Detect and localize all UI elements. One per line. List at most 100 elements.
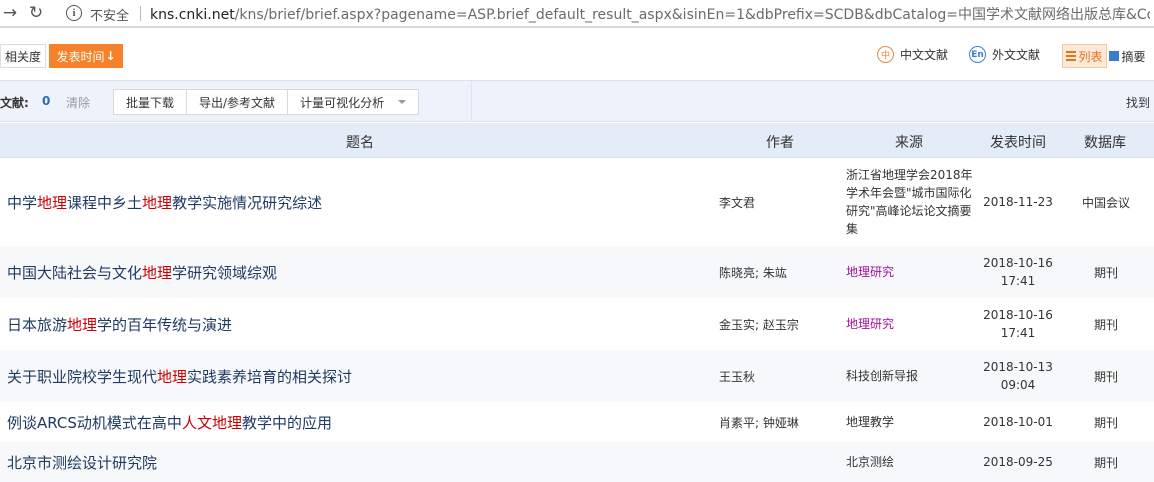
result-database: 期刊 [1093, 318, 1118, 332]
result-date: 2018-11-23 [978, 193, 1058, 211]
title-highlight: 地理 [37, 194, 68, 212]
title-text: 实践素养培育的相关探讨 [187, 368, 353, 386]
title-text: 中国大陆社会与文化 [7, 264, 143, 282]
sort-relevance-button[interactable]: 相关度 [0, 44, 46, 68]
sort-pubdate-label: 发表时间 [56, 49, 105, 64]
sort-down-arrow-icon: ↓ [105, 49, 116, 63]
header-title[interactable]: 题名 [346, 132, 374, 152]
address-bar: → ↻ i 不安全 kns.cnki.net/kns/brief/brief.a… [0, 0, 1154, 28]
result-database: 期刊 [1093, 456, 1118, 470]
abstract-icon [1109, 51, 1120, 61]
result-title-link[interactable]: 日本旅游地理学的百年传统与演进 [7, 314, 232, 335]
title-text: 北京市测绘设计研究院 [7, 454, 158, 472]
sort-bar: 相关度 发表时间 ↓ 中 中文文献 En 外文文献 列表 摘要 [0, 36, 1154, 76]
title-text: 关于职业院校学生现代 [7, 368, 158, 386]
result-source-link[interactable]: 科技创新导报 [846, 367, 918, 385]
title-text: 学的百年传统与演进 [97, 316, 233, 334]
header-source[interactable]: 来源 [895, 132, 923, 152]
title-highlight: 地理 [157, 368, 188, 386]
result-author[interactable]: 王玉秋 [719, 368, 755, 385]
date-line: 2018-09-25 [983, 455, 1053, 469]
table-row: 北京市测绘设计研究院 北京测绘 2018-09-25 期刊 [0, 442, 1154, 482]
title-text: 例谈ARCS动机模式在高中 [7, 414, 182, 432]
view-list-button[interactable]: 列表 [1062, 44, 1107, 68]
found-count-label: 找到 [1125, 96, 1150, 110]
result-date: 2018-10-16 17:41 [978, 306, 1058, 342]
batch-download-button[interactable]: 批量下载 [114, 90, 188, 114]
foreign-docs-button[interactable]: En 外文文献 [969, 46, 1040, 63]
date-line: 2018-10-13 [983, 360, 1053, 374]
title-text: 日本旅游 [7, 316, 68, 334]
result-title-link[interactable]: 中国大陆社会与文化地理学研究领域综观 [7, 262, 277, 283]
selection-bar: 文献: 0 清除 批量下载 导出/参考文献 计量可视化分析 找到 [0, 80, 1154, 122]
header-date[interactable]: 发表时间 [990, 132, 1046, 152]
date-line: 2018-10-16 [983, 308, 1053, 322]
table-row: 关于职业院校学生现代地理实践素养培育的相关探讨 王玉秋 科技创新导报 2018-10-… [0, 350, 1154, 402]
table-row: 中国大陆社会与文化地理学研究领域综观 陈晓亮; 朱竑 地理研究 2018-10-16 1… [0, 246, 1154, 298]
result-date: 2018-10-13 09:04 [978, 358, 1058, 394]
source-line: 科技创新导报 [846, 369, 919, 383]
result-date: 2018-10-16 17:41 [978, 254, 1058, 290]
result-author[interactable]: 肖素平; 钟娅琳 [719, 414, 799, 431]
view-list-label: 列表 [1078, 49, 1103, 64]
address-separator [140, 6, 141, 21]
results-table-header: 题名 作者 来源 发表时间 数据库 [0, 123, 1154, 158]
result-date: 2018-10-01 [978, 413, 1058, 431]
sort-pubdate-button[interactable]: 发表时间 ↓ [49, 44, 123, 68]
result-source-link[interactable]: 浙江省地理学会2018年 学术年会暨"城市国际化 研究"高峰论坛论文摘要集 [846, 166, 973, 238]
date-line: 09:04 [1000, 378, 1036, 392]
url-path: /kns/brief/brief.aspx?pagename=ASP.brief… [234, 7, 1150, 23]
result-database: 期刊 [1093, 370, 1118, 384]
result-author[interactable]: 李文君 [719, 194, 755, 211]
export-references-button[interactable]: 导出/参考文献 [187, 90, 289, 114]
source-line: 北京测绘 [846, 455, 895, 469]
result-source-link[interactable]: 北京测绘 [846, 453, 894, 471]
result-source-link[interactable]: 地理研究 [846, 263, 894, 281]
title-text: 中学 [7, 194, 38, 212]
chinese-docs-icon: 中 [877, 46, 894, 63]
reload-icon[interactable]: ↻ [26, 3, 46, 23]
visual-analysis-button[interactable]: 计量可视化分析 [288, 90, 418, 114]
source-line: 集 [846, 222, 859, 236]
batch-actions: 批量下载 导出/参考文献 计量可视化分析 [113, 89, 420, 115]
source-line: 地理研究 [846, 265, 895, 279]
url-host: kns.cnki.net [150, 7, 235, 23]
source-line: 地理研究 [846, 317, 895, 331]
date-line: 17:41 [1000, 274, 1036, 288]
list-icon [1066, 51, 1077, 61]
title-highlight: 人文地理 [181, 414, 242, 432]
chinese-docs-label: 中文文献 [900, 48, 949, 62]
selected-docs-label: 文献: [0, 96, 29, 110]
table-row: 中学地理课程中乡土地理教学实施情况研究综述 李文君 浙江省地理学会2018年 学术年会… [0, 158, 1154, 246]
result-source-link[interactable]: 地理教学 [846, 413, 894, 431]
chevron-down-icon [398, 100, 407, 104]
foreign-docs-label: 外文文献 [992, 48, 1041, 62]
date-line: 2018-11-23 [983, 195, 1053, 209]
date-line: 2018-10-16 [983, 256, 1053, 270]
view-abstract-button[interactable]: 摘要 [1107, 44, 1148, 68]
result-source-link[interactable]: 地理研究 [846, 315, 894, 333]
result-database: 期刊 [1093, 266, 1118, 280]
selected-count: 0 [42, 94, 51, 108]
result-author[interactable]: 陈晓亮; 朱竑 [719, 264, 787, 281]
url-field[interactable]: kns.cnki.net/kns/brief/brief.aspx?pagena… [150, 4, 1150, 24]
result-title-link[interactable]: 关于职业院校学生现代地理实践素养培育的相关探讨 [7, 366, 352, 387]
insecure-label: 不安全 [90, 9, 130, 24]
chinese-docs-button[interactable]: 中 中文文献 [877, 46, 948, 63]
date-line: 17:41 [1000, 326, 1036, 340]
visual-analysis-label: 计量可视化分析 [300, 95, 385, 110]
result-title-link[interactable]: 中学地理课程中乡土地理教学实施情况研究综述 [7, 192, 322, 213]
back-arrow-icon[interactable]: → [0, 3, 20, 23]
result-database: 中国会议 [1081, 196, 1130, 210]
title-highlight: 地理 [142, 264, 173, 282]
result-title-link[interactable]: 例谈ARCS动机模式在高中人文地理教学中的应用 [7, 412, 332, 433]
title-text: 教学实施情况研究综述 [172, 194, 323, 212]
info-icon[interactable]: i [66, 5, 82, 21]
result-database: 期刊 [1093, 416, 1118, 430]
result-title-link[interactable]: 北京市测绘设计研究院 [7, 452, 157, 473]
clear-selection-link[interactable]: 清除 [66, 94, 90, 111]
result-author[interactable]: 金玉实; 赵玉宗 [719, 316, 799, 333]
header-database[interactable]: 数据库 [1084, 132, 1126, 152]
table-row: 日本旅游地理学的百年传统与演进 金玉实; 赵玉宗 地理研究 2018-10-16 17:… [0, 298, 1154, 350]
foreign-docs-icon: En [969, 46, 986, 63]
